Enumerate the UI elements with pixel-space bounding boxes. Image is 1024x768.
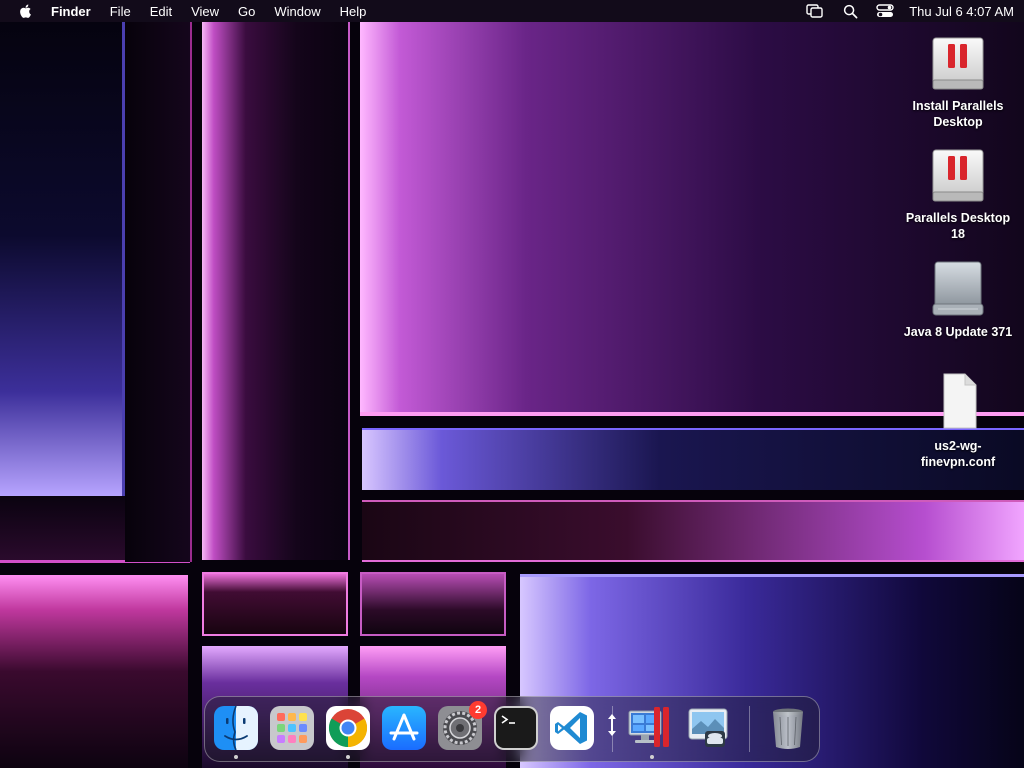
screen-mirroring-icon[interactable] <box>806 3 824 19</box>
dock-item-preview[interactable] <box>685 705 731 751</box>
dock-item-trash[interactable] <box>765 705 811 751</box>
menu-view[interactable]: View <box>191 4 219 19</box>
menu-edit[interactable]: Edit <box>150 4 172 19</box>
wallpaper-panel <box>125 22 192 562</box>
wallpaper-panel <box>202 22 350 560</box>
dock-item-vscode[interactable] <box>549 705 595 751</box>
launchpad-icon <box>270 706 314 750</box>
menu-bar-clock[interactable]: Thu Jul 6 4:07 AM <box>909 4 1014 19</box>
dock-item-terminal[interactable] <box>493 705 539 751</box>
menu-window[interactable]: Window <box>274 4 320 19</box>
apple-menu-icon[interactable] <box>18 3 34 19</box>
chrome-icon <box>326 706 370 750</box>
external-disk-icon <box>926 256 990 320</box>
menu-bar-left: Finder File Edit View Go Window Help <box>18 0 385 22</box>
running-indicator <box>234 755 238 759</box>
running-indicator <box>650 755 654 759</box>
desktop-item-label: us2-wg-finevpn.conf <box>920 439 996 469</box>
desktop-item-vpn-conf[interactable]: us2-wg-finevpn.conf <box>898 370 1018 470</box>
parallels-disk-icon <box>926 30 990 94</box>
desktop-item-install-parallels[interactable]: Install Parallels Desktop <box>898 30 1018 130</box>
wallpaper-panel <box>202 572 348 636</box>
trash-icon <box>773 708 803 749</box>
running-indicator <box>346 755 350 759</box>
desktop-item-parallels-18[interactable]: Parallels Desktop 18 <box>898 142 1018 242</box>
desktop-wallpaper <box>0 0 1024 768</box>
menu-bar: Finder File Edit View Go Window Help Thu… <box>0 0 1024 22</box>
app-store-icon <box>382 706 426 750</box>
wallpaper-panel <box>0 575 188 768</box>
dock-separator <box>749 706 750 752</box>
document-icon <box>926 370 990 434</box>
spotlight-search-icon[interactable] <box>841 3 859 19</box>
terminal-icon <box>494 706 538 750</box>
dock-resize-handle-icon[interactable] <box>605 711 619 739</box>
parallels-app-icon <box>628 707 669 747</box>
dock-item-launchpad[interactable] <box>269 705 315 751</box>
menu-bar-right: Thu Jul 6 4:07 AM <box>789 0 1014 22</box>
dock-item-system-settings[interactable]: 2 <box>437 701 487 751</box>
preview-icon <box>688 708 728 747</box>
menu-app-name[interactable]: Finder <box>51 4 91 19</box>
parallels-disk-icon <box>926 142 990 206</box>
dock: 2 <box>204 696 820 762</box>
desktop-item-label: Parallels Desktop 18 <box>905 211 1011 241</box>
menu-file[interactable]: File <box>110 4 131 19</box>
wallpaper-panel <box>360 572 506 636</box>
wallpaper-panel <box>0 22 125 496</box>
wallpaper-panel <box>362 500 1024 562</box>
dock-item-finder[interactable] <box>213 705 259 751</box>
dock-item-parallels[interactable] <box>627 705 673 751</box>
vscode-icon <box>550 706 594 750</box>
menu-go[interactable]: Go <box>238 4 255 19</box>
dock-item-chrome[interactable] <box>325 705 371 751</box>
desktop-item-java[interactable]: Java 8 Update 371 <box>898 256 1018 340</box>
notification-badge: 2 <box>469 701 487 719</box>
desktop-item-label: Install Parallels Desktop <box>912 99 1004 129</box>
finder-icon <box>214 705 258 751</box>
dock-item-app-store[interactable] <box>381 705 427 751</box>
desktop-item-label: Java 8 Update 371 <box>903 325 1013 339</box>
control-center-icon[interactable] <box>876 3 894 19</box>
menu-help[interactable]: Help <box>340 4 367 19</box>
